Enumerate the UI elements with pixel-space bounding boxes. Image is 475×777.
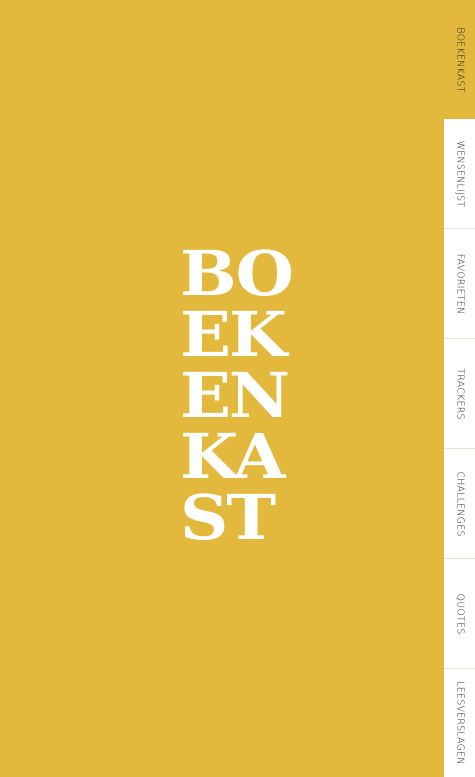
logo-line: KA [180,420,285,493]
logo-line: BO [180,237,294,310]
tab-wensenlijst[interactable]: WENSENLIJST [444,119,475,229]
tab-challenges[interactable]: CHALLENGES [444,449,475,559]
tab-trackers[interactable]: TRACKERS [444,339,475,449]
logo-line: EN [180,359,290,432]
tab-quotes[interactable]: QUOTES [444,559,475,669]
tab-label: FAVORIETEN [454,253,465,314]
tab-boekenkast[interactable]: BOEKENKAST [444,0,475,119]
tab-favorieten[interactable]: FAVORIETEN [444,229,475,339]
side-tab-bar: BOEKENKAST WENSENLIJST FAVORIETEN TRACKE… [444,0,475,777]
logo-line: EK [180,298,287,371]
tab-label: TRACKERS [454,367,465,420]
boekenkast-logo: BO EK EN KA ST [180,243,320,549]
tab-label: LEESVERSLAGEN [454,681,465,765]
app-window: BO EK EN KA ST BOEKENKAST WENSENLIJST FA… [0,0,475,777]
tab-leesverslagen[interactable]: LEESVERSLAGEN [444,669,475,777]
cover-panel: BO EK EN KA ST [0,0,444,777]
tab-label: CHALLENGES [454,470,465,537]
tab-label: BOEKENKAST [454,26,465,93]
tab-label: QUOTES [454,593,465,634]
tab-label: WENSENLIJST [454,140,465,207]
logo-line: ST [180,481,276,554]
